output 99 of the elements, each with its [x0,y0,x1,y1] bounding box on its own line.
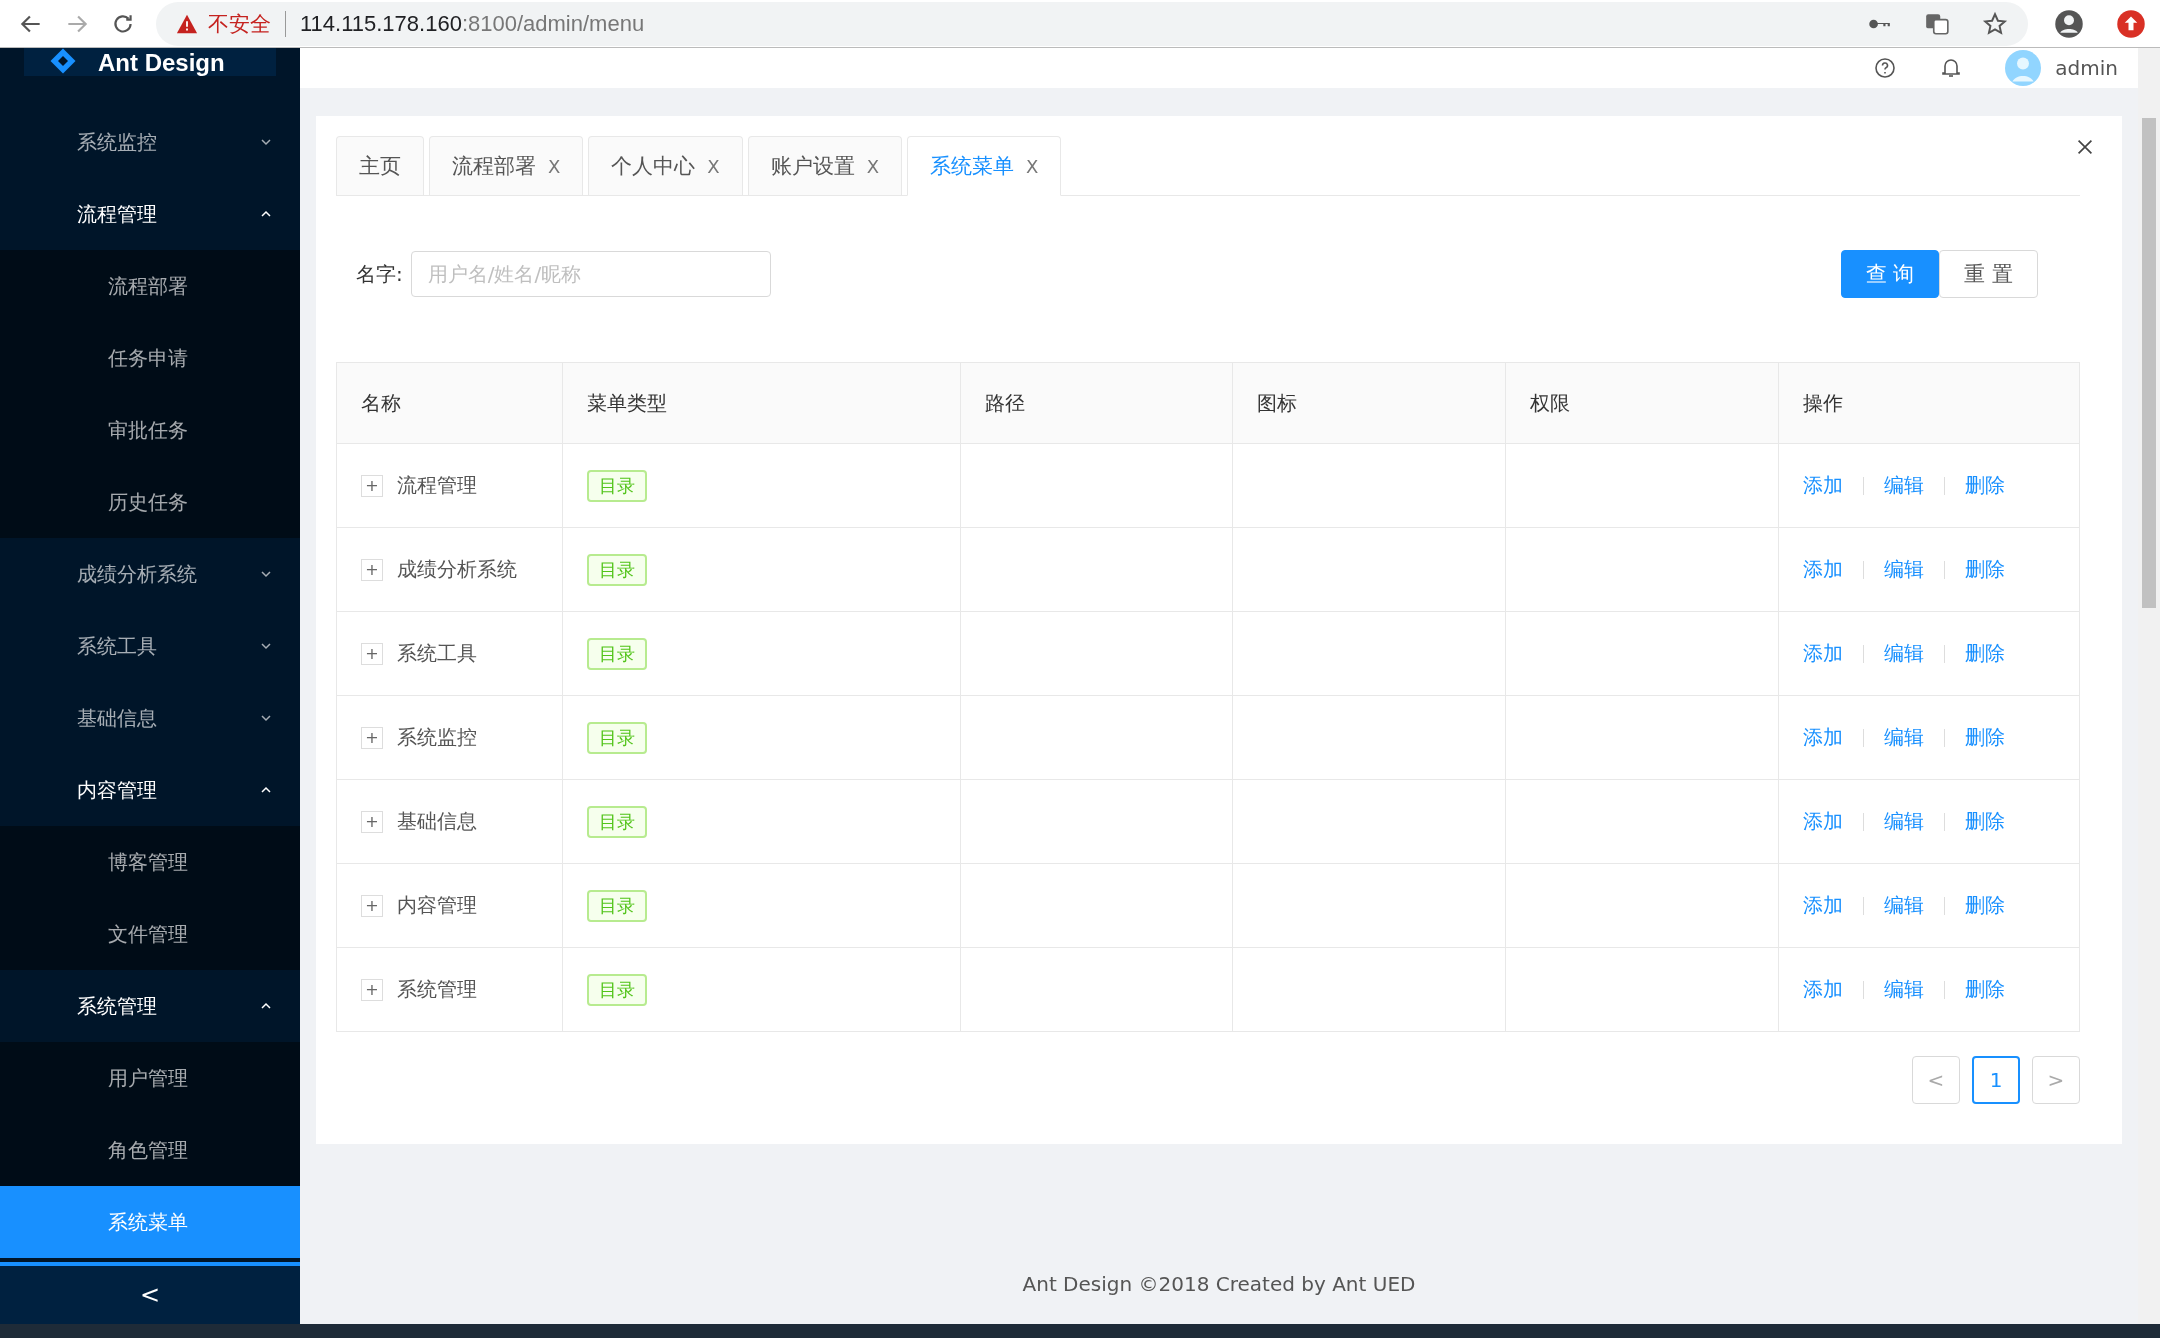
action-link[interactable]: 编辑 [1884,808,1924,835]
submenu-item[interactable]: 文件管理 [0,898,300,970]
action-link[interactable]: 编辑 [1884,640,1924,667]
profile-icon[interactable] [2054,8,2084,39]
caret-icon [260,640,272,652]
action-link[interactable]: 添加 [1803,976,1843,1003]
action-link[interactable]: 添加 [1803,724,1843,751]
action-link[interactable]: 编辑 [1884,472,1924,499]
submenu-item[interactable]: 用户管理 [0,1042,300,1114]
menu-item[interactable]: 系统工具 [0,610,300,682]
update-icon[interactable] [2116,8,2146,39]
close-icon[interactable]: X [707,155,720,177]
action-link[interactable]: 添加 [1803,640,1843,667]
submenu-item[interactable]: 任务申请 [0,322,300,394]
action-link[interactable]: 编辑 [1884,976,1924,1003]
star-icon[interactable] [1982,10,2008,37]
caret-icon [260,712,272,724]
logo-icon [48,48,78,76]
menu-item[interactable]: 基础信息 [0,682,300,754]
action-link[interactable]: 删除 [1965,556,2005,583]
submenu-item[interactable]: 流程部署 [0,250,300,322]
menu-item[interactable]: 内容管理 [0,754,300,826]
scrollbar[interactable] [2138,48,2160,1324]
action-link[interactable]: 添加 [1803,556,1843,583]
collapse-button[interactable]: < [0,1262,300,1324]
tab[interactable]: 主页 [336,136,424,195]
caret-icon [260,136,272,148]
row-name: 成绩分析系统 [397,556,517,583]
action-link[interactable]: 删除 [1965,976,2005,1003]
action-link[interactable]: 删除 [1965,892,2005,919]
column-header: 操作 [1778,363,2079,443]
footer-text: Ant Design ©2018 Created by Ant UED [1021,1272,1417,1298]
type-tag: 目录 [587,889,647,922]
action-link[interactable]: 编辑 [1884,724,1924,751]
caret-icon [260,568,272,580]
next-page-button[interactable]: > [2032,1056,2080,1104]
expand-button[interactable]: + [361,558,383,581]
action-link[interactable]: 删除 [1965,472,2005,499]
type-tag: 目录 [587,553,647,586]
row-name: 流程管理 [397,472,477,499]
row-name: 基础信息 [397,808,477,835]
menu-item[interactable]: 系统管理 [0,970,300,1042]
submenu-item[interactable]: 审批任务 [0,394,300,466]
name-input-field[interactable]: 用户名/姓名/昵称 [410,251,771,297]
action-link[interactable]: 删除 [1965,640,2005,667]
menu-item[interactable]: 流程管理 [0,178,300,250]
action-link[interactable]: 删除 [1965,808,2005,835]
action-link[interactable]: 添加 [1803,892,1843,919]
logo-text: Ant Design [98,50,225,76]
type-tag: 目录 [587,469,647,502]
address-bar[interactable]: 不安全 114.115.178.160:8100/admin/menu [156,1,2028,46]
help-icon[interactable] [1873,56,1898,80]
expand-button[interactable]: + [361,810,383,833]
column-header: 菜单类型 [562,363,960,443]
tab[interactable]: 账户设置 X [747,136,903,195]
column-header: 权限 [1505,363,1778,443]
row-name: 系统工具 [397,640,477,667]
close-icon[interactable]: X [548,155,561,177]
expand-button[interactable]: + [361,978,383,1001]
user-name: admin [2055,56,2118,80]
reset-button[interactable]: 重 置 [1939,250,2038,298]
close-icon[interactable]: X [1026,155,1039,177]
user-menu[interactable]: admin [2005,50,2118,86]
row-name: 内容管理 [397,892,477,919]
tab[interactable]: 系统菜单 X [907,136,1062,196]
action-link[interactable]: 删除 [1965,724,2005,751]
expand-button[interactable]: + [361,726,383,749]
type-tag: 目录 [587,637,647,670]
action-link[interactable]: 编辑 [1884,892,1924,919]
submenu-item[interactable]: 博客管理 [0,826,300,898]
row-name: 系统监控 [397,724,477,751]
expand-button[interactable]: + [361,894,383,917]
url-text: 114.115.178.160:8100/admin/menu [300,10,645,37]
row-name: 系统管理 [397,976,477,1003]
column-header: 路径 [960,363,1232,443]
menu-item[interactable]: 系统监控 [0,106,300,178]
column-header: 图标 [1232,363,1505,443]
field-label: 名字: [356,260,403,288]
security-label: 不安全 [208,10,271,38]
submenu-item[interactable]: 系统菜单 [0,1186,300,1258]
tab[interactable]: 流程部署 X [429,136,584,195]
tab[interactable]: 个人中心 X [588,136,743,195]
submenu-item[interactable]: 角色管理 [0,1114,300,1186]
avatar-icon [2005,50,2042,86]
submenu-item[interactable]: 历史任务 [0,466,300,538]
column-header: 名称 [360,389,402,417]
page-button[interactable]: 1 [1972,1056,2020,1104]
type-tag: 目录 [587,805,647,838]
expand-button[interactable]: + [361,642,383,665]
menu-item[interactable]: 成绩分析系统 [0,538,300,610]
action-link[interactable]: 添加 [1803,808,1843,835]
close-icon[interactable]: X [866,155,880,177]
search-button[interactable]: 查 询 [1840,250,1940,298]
type-tag: 目录 [587,721,647,754]
previous-page-button[interactable]: < [1912,1056,1960,1104]
expand-button[interactable]: + [361,474,383,497]
action-link[interactable]: 添加 [1803,472,1843,499]
type-tag: 目录 [587,973,647,1006]
action-link[interactable]: 编辑 [1884,556,1924,583]
